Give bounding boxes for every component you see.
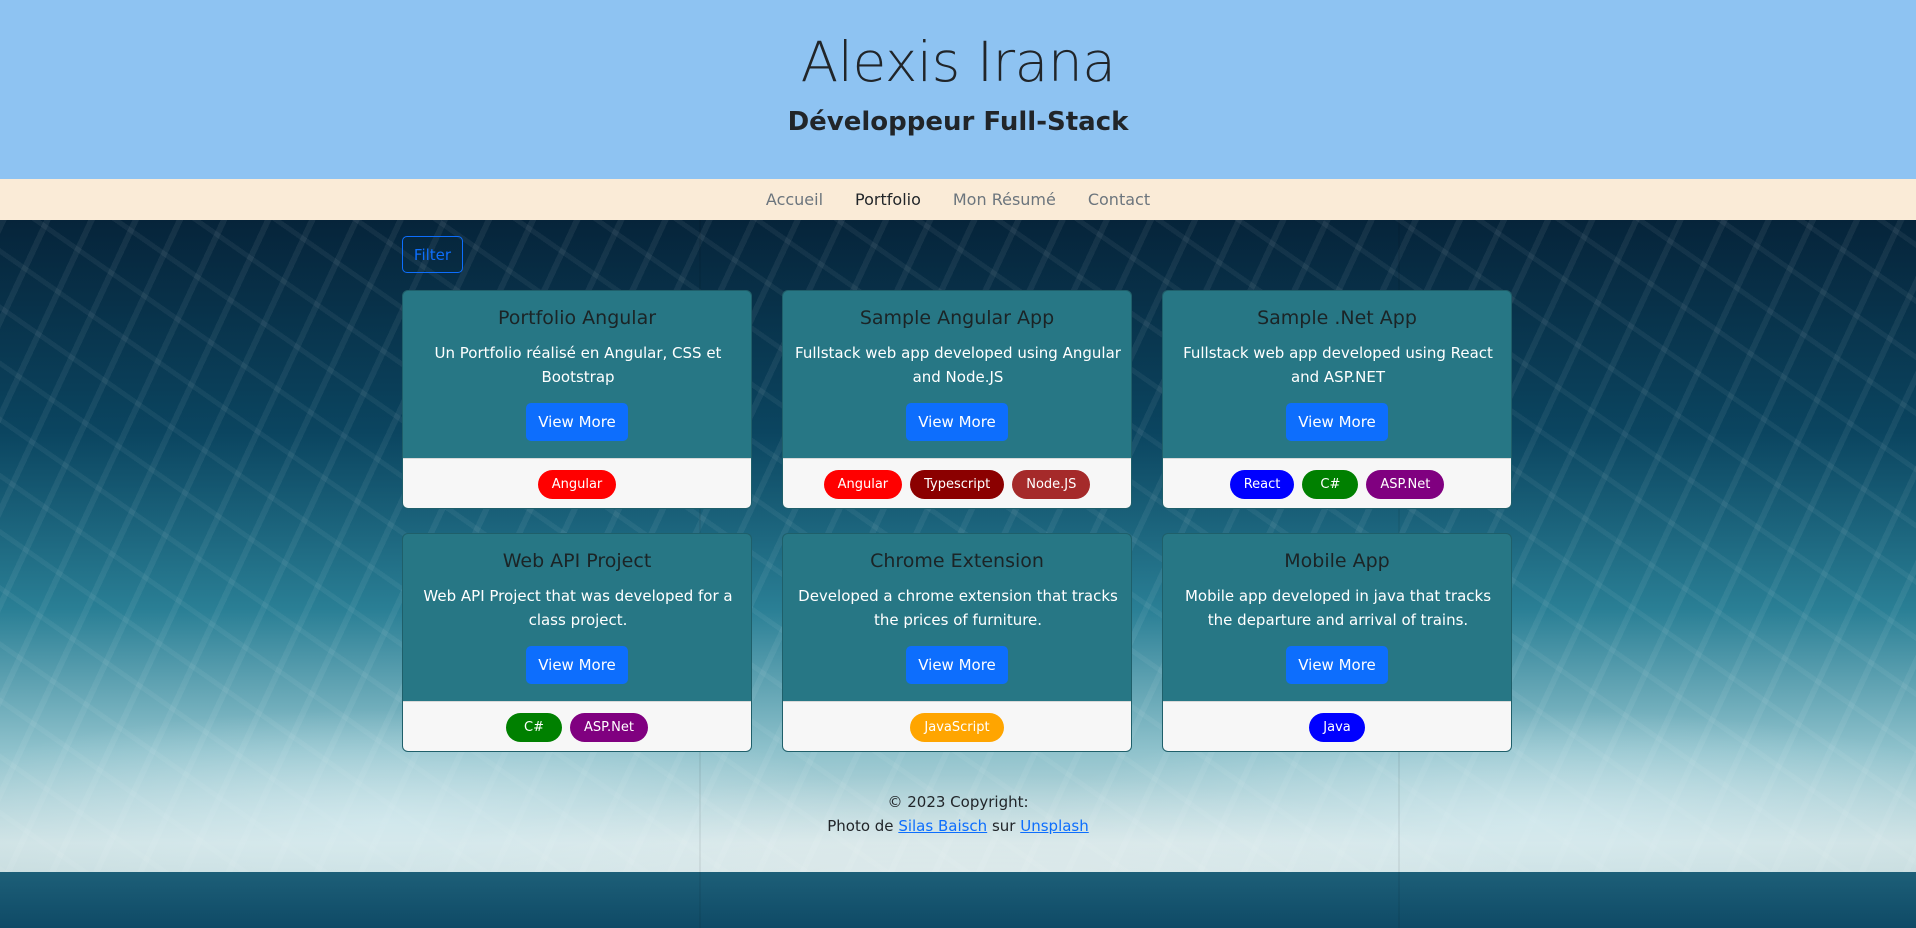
filter-button[interactable]: Filter — [402, 236, 463, 273]
view-more-button[interactable]: View More — [906, 403, 1008, 441]
card-footer: C# ASP.Net — [403, 701, 751, 751]
tag-badge: ASP.Net — [1366, 470, 1445, 499]
card-title: Sample Angular App — [859, 307, 1055, 329]
site-title: Alexis Irana — [800, 30, 1116, 94]
card-footer: Angular — [403, 458, 751, 508]
tag-badge: Angular — [823, 470, 903, 499]
card-description: Mobile app developed in java that tracks… — [1184, 587, 1492, 629]
project-card: Chrome Extension Developed a chrome exte… — [782, 533, 1132, 752]
card-footer: Angular Typescript Node.JS — [783, 458, 1131, 508]
project-card: Sample Angular App Fullstack web app dev… — [782, 290, 1132, 509]
tag-badge: Node.JS — [1012, 470, 1091, 499]
card-description: Web API Project that was developed for a… — [423, 587, 733, 629]
tag-badge: Java — [1309, 713, 1365, 742]
tag-badge: JavaScript — [910, 713, 1004, 742]
card-body: Mobile App Mobile app developed in java … — [1163, 534, 1511, 701]
tag-badge: C# — [1302, 470, 1359, 499]
card-description: Un Portfolio réalisé en Angular, CSS et … — [434, 344, 722, 386]
card-body: Chrome Extension Developed a chrome exte… — [783, 534, 1131, 701]
tag-badge: React — [1229, 470, 1295, 499]
card-footer: Java — [1163, 701, 1511, 751]
card-description: Developed a chrome extension that tracks… — [798, 587, 1118, 629]
site-footer: © 2023 Copyright: Photo de Silas Baisch … — [0, 790, 1916, 838]
nav-link-resume[interactable]: Mon Résumé — [937, 190, 1072, 209]
card-description: Fullstack web app developed using Angula… — [795, 344, 1121, 386]
site-header: Alexis Irana Développeur Full-Stack — [0, 0, 1916, 179]
nav-link-accueil[interactable]: Accueil — [750, 190, 839, 209]
card-title: Web API Project — [502, 550, 652, 572]
card-description: Fullstack web app developed using React … — [1183, 344, 1493, 386]
main-nav: Accueil Portfolio Mon Résumé Contact — [0, 179, 1916, 220]
nav-link-contact[interactable]: Contact — [1072, 190, 1166, 209]
card-footer: React C# ASP.Net — [1163, 458, 1511, 508]
tag-badge: C# — [506, 713, 563, 742]
card-title: Portfolio Angular — [497, 307, 657, 329]
photo-credit-prefix: Photo de — [827, 817, 894, 835]
nav-link-portfolio[interactable]: Portfolio — [839, 190, 937, 209]
card-body: Portfolio Angular Un Portfolio réalisé e… — [403, 291, 751, 458]
project-card: Web API Project Web API Project that was… — [402, 533, 752, 752]
card-body: Sample Angular App Fullstack web app dev… — [783, 291, 1131, 458]
view-more-button[interactable]: View More — [906, 646, 1008, 684]
unsplash-link[interactable]: Unsplash — [1020, 817, 1089, 835]
site-subtitle: Développeur Full-Stack — [787, 107, 1129, 137]
card-body: Web API Project Web API Project that was… — [403, 534, 751, 701]
tag-badge: ASP.Net — [570, 713, 648, 742]
background-bottom-strip — [0, 872, 1916, 928]
card-title: Chrome Extension — [870, 550, 1044, 572]
view-more-button[interactable]: View More — [526, 646, 628, 684]
photo-credit: Photo de Silas Baisch sur Unsplash — [0, 814, 1916, 838]
view-more-button[interactable]: View More — [1286, 646, 1388, 684]
project-card: Sample .Net App Fullstack web app develo… — [1162, 290, 1512, 509]
photo-credit-middle: sur — [991, 817, 1016, 835]
view-more-button[interactable]: View More — [526, 403, 628, 441]
project-card: Mobile App Mobile app developed in java … — [1162, 533, 1512, 752]
project-card: Portfolio Angular Un Portfolio réalisé e… — [402, 290, 752, 509]
copyright-text: © 2023 Copyright: — [887, 793, 1029, 811]
tag-badge: Angular — [537, 470, 617, 499]
photographer-link[interactable]: Silas Baisch — [898, 817, 987, 835]
view-more-button[interactable]: View More — [1286, 403, 1388, 441]
tag-badge: Typescript — [910, 470, 1005, 499]
card-title: Mobile App — [1284, 550, 1390, 572]
card-footer: JavaScript — [783, 701, 1131, 751]
card-title: Sample .Net App — [1257, 307, 1417, 329]
card-body: Sample .Net App Fullstack web app develo… — [1163, 291, 1511, 458]
